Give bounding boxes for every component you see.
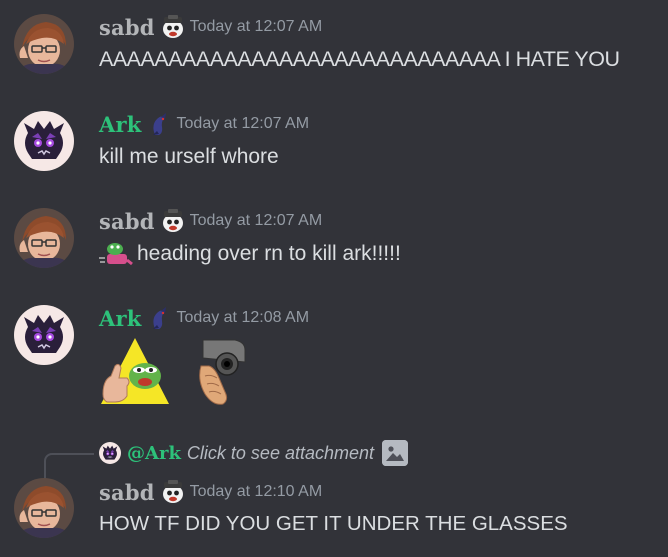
- user-avatar[interactable]: [14, 14, 74, 74]
- timestamp: Today at 12:10 AM: [189, 483, 323, 500]
- message-text: heading over rn to kill ark!!!!!: [137, 242, 401, 265]
- cat-badge-icon: [160, 208, 186, 234]
- pointing-gun-emoji[interactable]: [195, 336, 267, 408]
- user-avatar[interactable]: [14, 111, 74, 171]
- message-text: AAAAAAAAAAAAAAAAAAAAAAAAAAAAA I HATE YOU: [99, 46, 620, 71]
- creature-badge-icon: [147, 111, 173, 137]
- cat-badge-icon: [160, 14, 186, 40]
- cat-badge-icon: [160, 479, 186, 505]
- message-header: sabd Today at 12:07 AM: [99, 208, 322, 234]
- reply-avatar: [99, 442, 121, 464]
- message-header: Ark Today at 12:08 AM: [99, 305, 309, 331]
- pepe-thumbs-up-emoji[interactable]: [99, 336, 171, 408]
- reply-mention[interactable]: @Ark: [127, 443, 181, 464]
- username[interactable]: Ark: [99, 112, 142, 137]
- username[interactable]: sabd: [99, 209, 155, 234]
- user-avatar[interactable]: [14, 478, 74, 538]
- message-header: sabd Today at 12:10 AM: [99, 479, 322, 505]
- reply-connector: [44, 453, 94, 479]
- pepe-run-emoji[interactable]: [99, 240, 133, 268]
- username[interactable]: sabd: [99, 480, 155, 505]
- reply-text[interactable]: Click to see attachment: [187, 443, 374, 464]
- user-avatar[interactable]: [14, 305, 74, 365]
- timestamp: Today at 12:07 AM: [176, 115, 310, 132]
- timestamp: Today at 12:07 AM: [189, 18, 323, 35]
- user-avatar[interactable]: [14, 208, 74, 268]
- message-content: [99, 335, 291, 409]
- message-text: kill me urself whore: [99, 145, 279, 168]
- timestamp: Today at 12:07 AM: [189, 212, 323, 229]
- username[interactable]: sabd: [99, 15, 155, 40]
- timestamp: Today at 12:08 AM: [176, 309, 310, 326]
- message-header: Ark Today at 12:07 AM: [99, 111, 309, 137]
- message-text: HOW TF DID YOU GET IT UNDER THE GLASSES: [99, 512, 568, 535]
- username[interactable]: Ark: [99, 306, 142, 331]
- image-icon: [382, 440, 409, 466]
- message-content: heading over rn to kill ark!!!!!: [99, 240, 401, 268]
- creature-badge-icon: [147, 305, 173, 331]
- message-header: sabd Today at 12:07 AM: [99, 14, 322, 40]
- reply-preview[interactable]: @Ark Click to see attachment: [99, 440, 409, 466]
